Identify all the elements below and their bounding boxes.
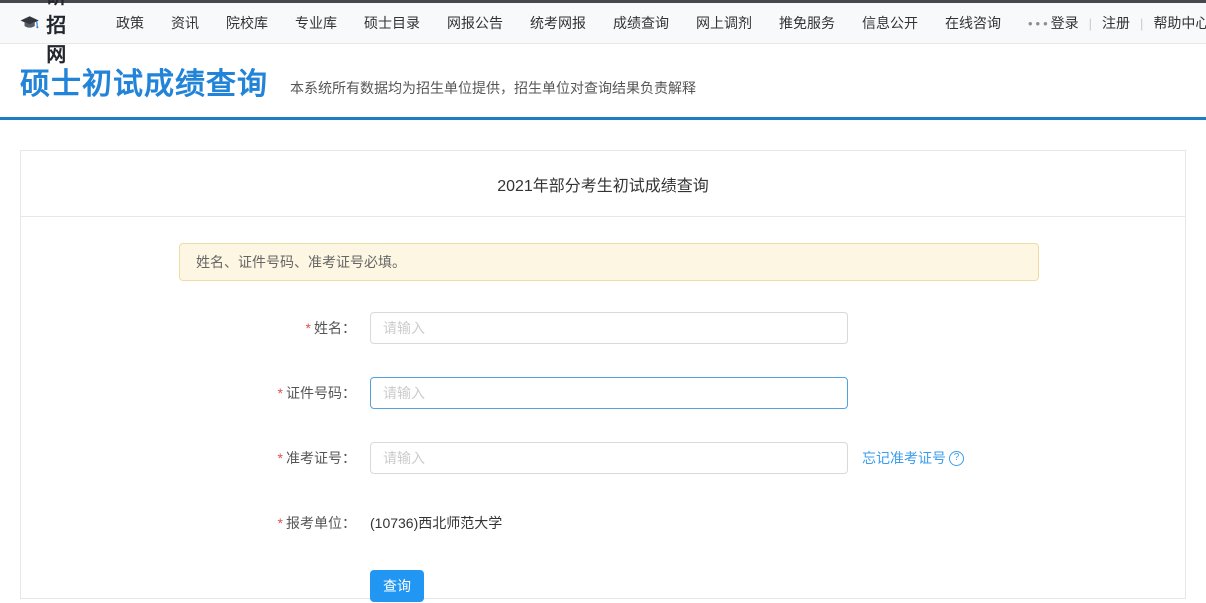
auth-divider: | <box>1140 15 1144 31</box>
nav-item-adjustment[interactable]: 网上调剂 <box>696 13 752 33</box>
nav-item-score-query[interactable]: 成绩查询 <box>613 13 669 33</box>
login-link[interactable]: 登录 <box>1051 13 1079 33</box>
name-input[interactable] <box>370 312 848 344</box>
institution-label-text: 报考单位： <box>286 515 356 531</box>
nav-menu: 政策 资讯 院校库 专业库 硕士目录 网报公告 统考网报 成绩查询 网上调剂 推… <box>116 13 1051 33</box>
card-body: 姓名、证件号码、准考证号必填。 *姓名： *证件号码： *准考证号： <box>21 217 1185 602</box>
nav-item-policy[interactable]: 政策 <box>116 13 144 33</box>
required-asterisk: * <box>277 450 283 466</box>
question-mark-icon: ? <box>949 450 964 466</box>
nav-item-announcement[interactable]: 网报公告 <box>447 13 503 33</box>
brand-name: 研招网 <box>46 0 68 66</box>
page-subtitle: 本系统所有数据均为招生单位提供，招生单位对查询结果负责解释 <box>290 79 696 96</box>
form-row-name: * 姓名： <box>21 312 1185 344</box>
id-number-label: * 证件号码： <box>21 383 370 403</box>
id-number-label-text: 证件号码： <box>286 385 356 401</box>
card-title: 2021年部分考生初试成绩查询 <box>21 151 1185 217</box>
main-content: 2021年部分考生初试成绩查询 姓名、证件号码、准考证号必填。 *姓名： *证件… <box>0 120 1206 602</box>
institution-value: (10736)西北师范大学 <box>370 515 503 531</box>
form-row-id-number: * 证件号码： <box>21 377 1185 409</box>
nav-item-info-disclosure[interactable]: 信息公开 <box>862 13 918 33</box>
nav-item-major-db[interactable]: 专业库 <box>295 13 337 33</box>
nav-item-unified-apply[interactable]: 统考网报 <box>530 13 586 33</box>
more-menu-icon[interactable]: ••• <box>1028 16 1051 31</box>
graduation-cap-icon <box>20 16 39 29</box>
navbar: 研招网 政策 资讯 院校库 专业库 硕士目录 网报公告 统考网报 成绩查询 网上… <box>0 0 1206 66</box>
nav-item-college-db[interactable]: 院校库 <box>226 13 268 33</box>
id-number-input[interactable] <box>370 377 848 409</box>
name-label-text: 姓名： <box>314 320 356 336</box>
auth-divider: | <box>1088 15 1093 31</box>
help-center-link[interactable]: 帮助中心 <box>1153 13 1206 33</box>
submit-row: 查询 <box>370 570 1185 602</box>
forget-exam-number-link[interactable]: 忘记准考证号 ? <box>862 448 964 468</box>
nav-item-master-catalog[interactable]: 硕士目录 <box>364 13 420 33</box>
required-asterisk: * <box>305 320 311 336</box>
institution-label: * 报考单位： <box>21 513 370 533</box>
nav-item-online-consult[interactable]: 在线咨询 <box>945 13 1001 33</box>
score-query-card: 2021年部分考生初试成绩查询 姓名、证件号码、准考证号必填。 *姓名： *证件… <box>20 150 1186 602</box>
forget-link-text: 忘记准考证号 <box>862 450 946 466</box>
form-row-exam-number: *准考证号： 忘记准考证号 ? <box>21 442 1185 474</box>
required-asterisk: * <box>277 385 283 401</box>
exam-number-label-text: 准考证号： <box>286 450 356 466</box>
register-link[interactable]: 注册 <box>1102 13 1130 33</box>
nav-auth: 登录 | 注册 | 帮助中心 <box>1051 13 1206 33</box>
brand-logo[interactable]: 研招网 <box>20 0 82 67</box>
exam-number-input[interactable] <box>370 442 848 474</box>
exam-number-label: * 准考证号： <box>21 448 370 468</box>
nav-item-news[interactable]: 资讯 <box>171 13 199 33</box>
nav-item-exemption[interactable]: 推免服务 <box>779 13 835 33</box>
alert-text: 姓名、证件号码、准考证号必填。 <box>196 254 406 270</box>
form-row-institution: * 报考单位： (10736)西北师范大学 <box>21 507 1185 539</box>
name-label: * 姓名： <box>21 318 370 338</box>
query-button[interactable]: 查询 <box>370 570 424 602</box>
required-fields-alert: 姓名、证件号码、准考证号必填。 <box>179 243 1039 281</box>
page-header: 硕士初试成绩查询 本系统所有数据均为招生单位提供，招生单位对查询结果负责解释 <box>0 44 1206 120</box>
page-title: 硕士初试成绩查询 <box>20 67 268 101</box>
required-asterisk: * <box>277 515 283 531</box>
